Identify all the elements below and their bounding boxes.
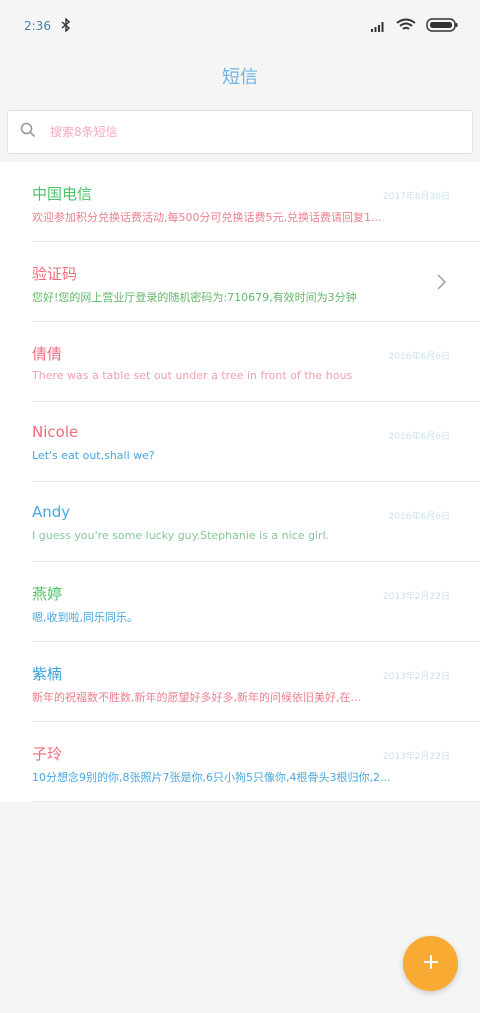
message-preview: 嗯,收到啦,同乐同乐。 [32,611,138,624]
message-date: 2013年2月22日 [382,752,450,762]
conversation-row[interactable]: 燕婷 2013年2月22日 嗯,收到啦,同乐同乐。 [0,562,480,642]
contact-name: 验证码 [32,265,78,283]
search-input[interactable] [48,124,432,140]
status-bar: 2:36 [0,0,480,52]
contact-name: Nicole [32,423,79,441]
message-date: 2016年6月6日 [388,432,450,442]
chevron-right-icon [432,273,450,291]
divider [32,801,480,802]
message-date: 2016年6月6日 [388,352,450,362]
message-date: 2016年6月6日 [388,512,450,522]
conversation-row[interactable]: Andy 2016年6月6日 I guess you're some lucky… [0,482,480,562]
conversation-row[interactable]: 子玲 2013年2月22日 10分想念9别的你,8张照片7张是你,6只小狗5只像… [0,722,480,802]
message-preview: 欢迎参加积分兑换话费活动,每500分可兑换话费5元,兑换话费请回复1... [32,211,382,224]
bluetooth-icon [61,16,71,36]
message-preview: There was a table set out under a tree i… [32,369,353,382]
message-date: 2013年2月22日 [382,592,450,602]
contact-name: 中国电信 [32,185,93,203]
message-preview: I guess you're some lucky guy.Stephanie … [32,529,330,542]
contact-name: 紫楠 [32,665,63,683]
message-preview: Let's eat out,shall we? [32,449,155,462]
signal-icon [370,17,386,36]
search-bar[interactable] [7,110,473,154]
contact-name: 倩倩 [32,345,63,363]
wifi-icon [396,17,416,36]
message-date: 2017年6月30日 [382,192,450,202]
status-time: 2:36 [24,19,51,33]
contact-name: 燕婷 [32,585,63,603]
page-title-text: 短信 [222,67,258,88]
conversation-row[interactable]: 倩倩 2016年6月6日 There was a table set out u… [0,322,480,402]
message-preview: 10分想念9别的你,8张照片7张是你,6只小狗5只像你,4根骨头3根归你,2..… [32,771,391,784]
search-icon [20,122,36,142]
conversation-row[interactable]: 中国电信 2017年6月30日 欢迎参加积分兑换话费活动,每500分可兑换话费5… [0,162,480,242]
contact-name: 子玲 [32,745,63,763]
message-preview: 您好!您的网上营业厅登录的随机密码为:710679,有效时间为3分钟 [32,291,357,304]
conversation-list: 中国电信 2017年6月30日 欢迎参加积分兑换话费活动,每500分可兑换话费5… [0,162,480,802]
conversation-row[interactable]: 验证码 您好!您的网上营业厅登录的随机密码为:710679,有效时间为3分钟 [0,242,480,322]
contact-name: Andy [32,503,71,521]
message-date: 2013年2月22日 [382,672,450,682]
page-title: 短信 [0,52,480,104]
plus-icon [421,952,441,976]
conversation-row[interactable]: Nicole 2016年6月6日 Let's eat out,shall we? [0,402,480,482]
conversation-row[interactable]: 紫楠 2013年2月22日 新年的祝福数不胜数,新年的愿望好多好多,新年的问候依… [0,642,480,722]
message-preview: 新年的祝福数不胜数,新年的愿望好多好多,新年的问候依旧美好,在... [32,691,361,704]
new-message-button[interactable] [403,936,458,991]
battery-icon [426,17,458,36]
